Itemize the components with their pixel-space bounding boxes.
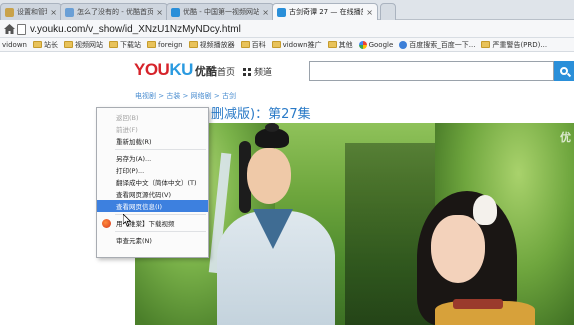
youku-page: YOU KU 优酷 首页 频道 电视剧 > 古装 > 网络剧 > 古剑 删减版)：第…	[0, 53, 574, 325]
google-icon	[358, 40, 367, 49]
bookmark-label: 视频播放器	[199, 40, 235, 49]
tab-favicon-icon	[65, 7, 74, 17]
menu-item-save-as[interactable]: 另存为(A)...	[97, 152, 208, 164]
tab-title: 古剑奇谭 27 — 在线播放 ..	[289, 8, 363, 16]
bookmark-label: vidown	[2, 40, 27, 49]
logo-cn: 优酷	[194, 65, 217, 78]
folder-icon	[327, 41, 337, 48]
tab-close-icon[interactable]: ×	[50, 8, 57, 17]
url-text: v.youku.com/v_show/id_XNzU1NzMyNDcy.html	[30, 23, 241, 35]
breadcrumb[interactable]: 电视剧 > 古装 > 网络剧 > 古剑	[135, 91, 236, 101]
bookmark-label: 视频网站	[74, 40, 103, 49]
bookmark-folder[interactable]: 视频网站	[63, 40, 103, 50]
browser-toolbar: v.youku.com/v_show/id_XNzU1NzMyNDcy.html	[0, 20, 574, 38]
folder-icon	[240, 41, 250, 48]
folder-icon	[63, 41, 73, 48]
menu-divider	[115, 149, 206, 150]
search-input[interactable]	[309, 61, 554, 81]
tab-title: 优酷 - 中国第一视频网站 ..	[183, 8, 260, 16]
globe-icon	[399, 40, 408, 49]
tab-favicon-icon	[277, 7, 286, 17]
bookmark-folder[interactable]: 下载站	[108, 40, 141, 50]
video-watermark: 优	[560, 131, 571, 144]
tab-title: 设置和管理 - ..	[17, 8, 47, 16]
tab-close-icon[interactable]: ×	[156, 8, 163, 17]
tab-favicon-icon	[171, 7, 180, 17]
tab-close-icon[interactable]: ×	[366, 8, 373, 17]
folder-icon	[108, 41, 118, 48]
tab-4-active[interactable]: 古剑奇谭 27 — 在线播放 .. ×	[272, 3, 378, 20]
grid-icon	[243, 67, 251, 76]
page-icon	[17, 23, 26, 35]
menu-divider	[115, 231, 206, 232]
context-menu: 返回(B) 前进(F) 重新加载(R) 另存为(A)... 打印(P)... 翻…	[96, 107, 209, 258]
bookmark-label: 百科	[251, 40, 266, 49]
bookmark-google[interactable]: Google	[358, 40, 394, 49]
bookmark-label: 下载站	[119, 40, 141, 49]
tab-2[interactable]: 怎么了没有的 - 优酷首页 .. ×	[60, 3, 168, 20]
bookmark-item[interactable]: vidown	[2, 41, 27, 49]
bookmarks-bar: vidown 站长 视频网站 下载站 foreign 视频播放器 百科 vido…	[0, 38, 574, 52]
bookmark-folder[interactable]: 严重警告(PRD)...	[481, 40, 547, 50]
folder-icon	[188, 41, 198, 48]
bookmark-label: 百度搜索_百度一下...	[409, 40, 476, 49]
menu-item-view-source[interactable]: 查看网页源代码(V)	[97, 188, 208, 200]
bookmark-folder[interactable]: 其他	[327, 40, 353, 50]
tab-3[interactable]: 优酷 - 中国第一视频网站 .. ×	[166, 3, 274, 20]
menu-item-download-video[interactable]: 用【维棠】下载视频	[97, 217, 208, 229]
bookmark-label: 其他	[338, 40, 353, 49]
bookmark-label: Google	[368, 40, 394, 49]
bookmark-folder[interactable]: 百科	[240, 40, 266, 50]
menu-item-reload[interactable]: 重新加载(R)	[97, 135, 208, 147]
tab-close-icon[interactable]: ×	[262, 8, 269, 17]
video-figure	[453, 299, 503, 309]
bookmark-label: 严重警告(PRD)...	[492, 40, 548, 49]
bookmark-label: 站长	[43, 40, 58, 49]
logo-ku: KU	[169, 60, 193, 79]
folder-icon	[271, 41, 281, 48]
menu-item-back[interactable]: 返回(B)	[97, 111, 208, 123]
nav-home-link[interactable]: 首页	[217, 65, 235, 78]
tab-title: 怎么了没有的 - 优酷首页 ..	[77, 8, 154, 16]
search-icon	[560, 67, 568, 75]
tab-strip: 设置和管理 - .. × 怎么了没有的 - 优酷首页 .. × 优酷 - 中国第…	[0, 0, 574, 20]
logo-you: YOU	[134, 60, 170, 79]
menu-item-view-page-info[interactable]: 查看网页信息(I)	[97, 200, 208, 212]
menu-item-inspect[interactable]: 审查元素(N)	[97, 234, 208, 246]
video-figure	[247, 148, 291, 204]
menu-item-forward[interactable]: 前进(F)	[97, 123, 208, 135]
menu-item-print[interactable]: 打印(P)...	[97, 164, 208, 176]
nav-channel-label: 频道	[254, 68, 273, 78]
folder-icon	[146, 41, 156, 48]
bookmark-folder[interactable]: 站长	[32, 40, 58, 50]
address-bar[interactable]: v.youku.com/v_show/id_XNzU1NzMyNDcy.html	[17, 22, 241, 36]
vidown-icon	[102, 219, 111, 228]
folder-icon	[32, 41, 42, 48]
tab-1[interactable]: 设置和管理 - .. ×	[0, 3, 62, 20]
folder-icon	[481, 41, 491, 48]
bookmark-folder[interactable]: foreign	[146, 40, 183, 49]
bookmark-label: foreign	[157, 40, 183, 49]
bookmark-folder[interactable]: 视频播放器	[188, 40, 235, 50]
tab-favicon-icon	[5, 7, 14, 17]
menu-item-translate[interactable]: 翻译成中文（简体中文）(T)	[97, 176, 208, 188]
video-figure	[265, 123, 279, 132]
new-tab-button[interactable]	[380, 3, 396, 20]
bookmark-label: vidown推广	[282, 40, 322, 49]
mouse-cursor-icon	[122, 213, 132, 230]
video-figure	[473, 195, 497, 225]
video-figure	[431, 215, 485, 283]
bookmark-item[interactable]: 百度搜索_百度一下...	[399, 40, 475, 50]
home-icon[interactable]	[2, 22, 16, 36]
search-button[interactable]	[554, 61, 574, 81]
bookmark-folder[interactable]: vidown推广	[271, 40, 322, 50]
nav-channel-link[interactable]: 频道	[243, 65, 272, 78]
youku-logo[interactable]: YOU KU 优酷	[134, 60, 217, 79]
